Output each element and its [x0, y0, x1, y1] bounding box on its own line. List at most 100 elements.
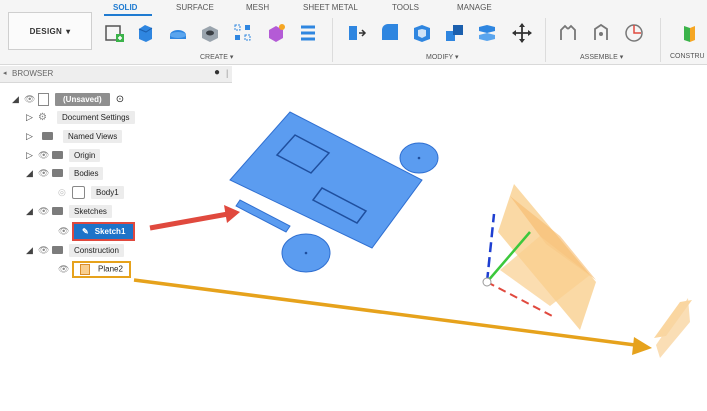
create-form-icon[interactable] — [265, 22, 287, 44]
browser-item-sketches[interactable]: ◢ 👁 Sketches — [26, 204, 112, 218]
browser-title: BROWSER — [12, 69, 54, 78]
activate-radio-icon[interactable]: ⊙ — [116, 94, 124, 105]
joint-icon[interactable] — [557, 22, 579, 44]
collapse-left-icon[interactable]: ◂ — [3, 69, 7, 77]
browser-item-plane2[interactable]: 👁 Plane2 — [58, 260, 131, 278]
expand-triangle-icon[interactable]: ◢ — [26, 206, 38, 217]
visibility-eye-icon[interactable]: 👁 — [38, 245, 52, 256]
expand-triangle-icon[interactable]: ◢ — [26, 168, 38, 179]
pin-icon[interactable]: ● — [214, 67, 220, 78]
sweep-icon[interactable] — [297, 22, 319, 44]
folder-icon — [52, 169, 63, 177]
toolbar: DESIGN ▾ SOLID SURFACE MESH SHEET METAL … — [0, 0, 707, 65]
tab-manage[interactable]: MANAGE — [457, 3, 492, 12]
red-arrow-head — [224, 205, 240, 223]
browser-item-named-views[interactable]: ▷ Named Views — [26, 129, 123, 143]
browser-divider-icon: | — [226, 68, 229, 78]
origin-label: Origin — [69, 148, 101, 162]
sketch-icon: ✎ — [82, 226, 89, 236]
press-pull-icon[interactable] — [346, 22, 368, 44]
tab-mesh[interactable]: MESH — [246, 3, 269, 12]
construction-label: Construction — [69, 243, 124, 257]
assemble-group-label[interactable]: ASSEMBLE ▾ — [580, 53, 623, 61]
body-icon — [72, 185, 85, 199]
toolbar-divider — [660, 18, 661, 62]
expand-triangle-icon[interactable]: ▷ — [26, 150, 38, 161]
expand-triangle-icon[interactable]: ▷ — [26, 112, 38, 123]
browser-item-bodies[interactable]: ◢ 👁 Bodies — [26, 166, 104, 180]
browser-item-construction[interactable]: ◢ 👁 Construction — [26, 243, 124, 257]
visibility-eye-icon[interactable]: 👁 — [58, 226, 72, 237]
visibility-eye-icon[interactable]: 👁 — [58, 264, 72, 275]
gear-icon: ⚙ — [38, 111, 47, 123]
split-body-icon[interactable] — [476, 22, 498, 44]
gold-arrow-head — [632, 337, 652, 355]
visibility-eye-icon[interactable]: 👁 — [38, 206, 52, 217]
red-arrow-line — [149, 211, 229, 231]
visibility-eye-icon[interactable]: 👁 — [38, 168, 52, 179]
fillet-icon[interactable] — [379, 22, 401, 44]
revolve-icon[interactable] — [167, 22, 189, 44]
gold-arrow-line — [133, 278, 636, 347]
sketch-slot-lower — [311, 187, 368, 224]
move-copy-icon[interactable] — [511, 22, 533, 44]
browser-item-origin[interactable]: ▷ 👁 Origin — [26, 148, 101, 162]
design-workspace-button[interactable]: DESIGN ▾ — [8, 12, 92, 50]
folder-icon — [52, 246, 63, 254]
sketch1-highlight[interactable]: ✎ Sketch1 — [72, 221, 136, 241]
document-settings-label: Document Settings — [56, 110, 135, 124]
visibility-eye-icon[interactable]: 👁 — [24, 94, 38, 105]
construction-plane — [500, 236, 590, 306]
active-tab-indicator — [104, 14, 152, 16]
expand-triangle-icon[interactable]: ◢ — [26, 245, 38, 256]
construction-plane — [498, 184, 596, 330]
plane2-shape — [656, 298, 690, 358]
sketch1-label: Sketch1 — [94, 226, 126, 236]
y-axis-line — [486, 231, 531, 283]
shell-icon[interactable] — [411, 22, 433, 44]
as-built-joint-icon[interactable] — [590, 22, 612, 44]
tab-tools[interactable]: TOOLS — [392, 3, 419, 12]
hole-icon[interactable] — [199, 22, 221, 44]
extrude-icon[interactable] — [134, 22, 156, 44]
expand-triangle-icon[interactable]: ◢ — [12, 94, 24, 105]
motion-link-icon[interactable] — [623, 22, 645, 44]
tab-surface[interactable]: SURFACE — [176, 3, 214, 12]
plane2-highlight[interactable]: Plane2 — [72, 260, 131, 278]
sketch-slot-detached — [235, 199, 291, 233]
folder-icon — [52, 151, 63, 159]
modify-group-label[interactable]: MODIFY ▾ — [426, 53, 459, 61]
plane-icon — [80, 263, 90, 275]
rectangular-pattern-icon[interactable] — [232, 22, 254, 44]
tab-sheet-metal[interactable]: SHEET METAL — [303, 3, 358, 12]
folder-icon — [42, 132, 53, 140]
browser-item-body1[interactable]: ◎ Body1 — [58, 185, 124, 199]
browser-item-document-settings[interactable]: ▷ ⚙ Document Settings — [26, 110, 135, 124]
root-component-label: (Unsaved) — [55, 92, 110, 106]
body1-label: Body1 — [91, 185, 124, 199]
offset-plane-icon[interactable] — [678, 22, 700, 44]
visibility-eye-icon[interactable]: 👁 — [38, 150, 52, 161]
x-axis-line — [486, 281, 557, 319]
sketch-circle-center — [304, 251, 308, 255]
tab-solid[interactable]: SOLID — [113, 3, 137, 12]
combine-icon[interactable] — [444, 22, 466, 44]
visibility-eye-off-icon[interactable]: ◎ — [58, 187, 72, 198]
create-group-label[interactable]: CREATE ▾ — [200, 53, 233, 61]
create-sketch-icon[interactable] — [104, 22, 126, 44]
document-icon — [38, 92, 49, 106]
sketch-slot-upper — [275, 134, 331, 174]
expand-triangle-icon[interactable]: ▷ — [26, 131, 38, 142]
plane2-shape — [654, 300, 692, 338]
browser-item-sketch1[interactable]: 👁 ✎ Sketch1 — [58, 221, 136, 241]
sketch-board-shape — [229, 111, 423, 249]
browser-header: ◂ BROWSER ● | — [0, 66, 232, 83]
browser-root-row[interactable]: ◢ 👁 (Unsaved) ⊙ — [12, 92, 124, 106]
toolbar-divider — [332, 18, 333, 62]
bodies-label: Bodies — [69, 166, 104, 180]
named-views-label: Named Views — [63, 129, 123, 143]
z-axis-line — [485, 213, 496, 283]
sketch-circle-center — [417, 156, 421, 160]
construct-group-label[interactable]: CONSTRU — [670, 53, 705, 60]
plane2-label: Plane2 — [98, 264, 123, 274]
